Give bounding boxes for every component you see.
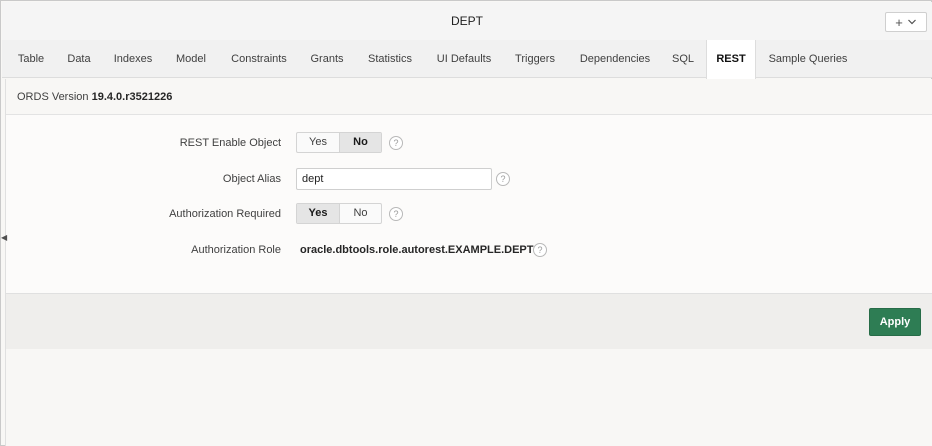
auth-required-label: Authorization Required xyxy=(169,208,281,220)
object-alias-input[interactable] xyxy=(296,168,492,190)
rest-enable-label: REST Enable Object xyxy=(179,137,281,149)
empty-panel xyxy=(6,349,932,446)
rest-form: REST Enable Object Yes No ? Object Alias… xyxy=(6,115,932,293)
tab-statistics[interactable]: Statistics xyxy=(359,40,421,78)
tab-dependencies[interactable]: Dependencies xyxy=(571,40,659,78)
auth-required-no[interactable]: No xyxy=(339,204,381,223)
dialog-frame: DEPT + Table Data Indexes Model Constrai… xyxy=(0,0,932,446)
tab-grants[interactable]: Grants xyxy=(303,40,351,78)
rest-enable-yes[interactable]: Yes xyxy=(297,133,339,152)
auth-required-yes[interactable]: Yes xyxy=(297,204,339,223)
tab-model[interactable]: Model xyxy=(168,40,214,78)
tab-data[interactable]: Data xyxy=(61,40,97,78)
title-bar: DEPT + xyxy=(2,2,932,40)
help-icon[interactable]: ? xyxy=(389,207,403,221)
tab-table[interactable]: Table xyxy=(10,40,52,78)
help-icon[interactable]: ? xyxy=(389,136,403,150)
chevron-down-icon xyxy=(907,19,916,25)
add-menu-button[interactable]: + xyxy=(885,12,927,32)
ords-version-label: ORDS Version xyxy=(17,91,89,103)
tab-indexes[interactable]: Indexes xyxy=(106,40,160,78)
tab-rest[interactable]: REST xyxy=(706,40,756,79)
plus-icon: + xyxy=(895,14,903,30)
ords-version-value: 19.4.0.r3521226 xyxy=(91,91,173,103)
auth-required-toggle[interactable]: Yes No xyxy=(296,203,382,224)
apply-button[interactable]: Apply xyxy=(869,308,921,336)
rest-enable-no[interactable]: No xyxy=(339,133,381,152)
tab-ui-defaults[interactable]: UI Defaults xyxy=(428,40,500,78)
tab-sample-queries[interactable]: Sample Queries xyxy=(764,40,852,78)
object-alias-label: Object Alias xyxy=(222,173,281,185)
auth-role-label: Authorization Role xyxy=(191,244,281,256)
tab-bar: Table Data Indexes Model Constraints Gra… xyxy=(2,40,932,79)
help-icon[interactable]: ? xyxy=(533,243,547,257)
tab-triggers[interactable]: Triggers xyxy=(507,40,563,78)
left-divider xyxy=(5,79,6,446)
tab-constraints[interactable]: Constraints xyxy=(222,40,296,78)
page-title: DEPT xyxy=(450,14,483,28)
action-bar: Apply xyxy=(6,293,932,349)
auth-role-value: oracle.dbtools.role.autorest.EXAMPLE.DEP… xyxy=(300,244,534,256)
ords-version-bar: ORDS Version 19.4.0.r3521226 xyxy=(6,79,932,115)
rest-enable-toggle[interactable]: Yes No xyxy=(296,132,382,153)
collapse-arrow-icon[interactable]: ◀ xyxy=(1,233,7,242)
tab-sql[interactable]: SQL xyxy=(668,40,698,78)
help-icon[interactable]: ? xyxy=(496,172,510,186)
